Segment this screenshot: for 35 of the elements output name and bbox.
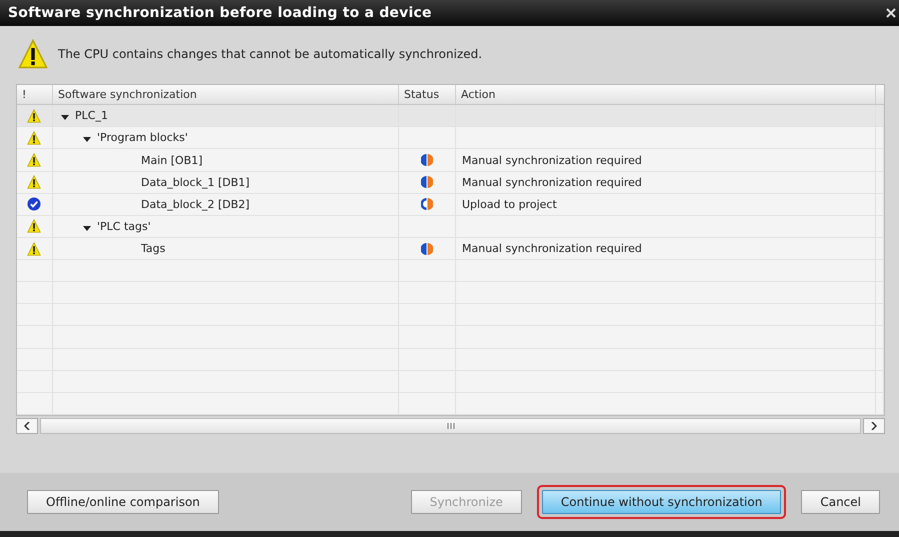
warning-icon (18, 39, 48, 69)
table-row[interactable]: Data_block_2 [DB2] Upload to project (17, 194, 884, 216)
window-title: Software synchronization before loading to a device (8, 5, 432, 21)
table-row[interactable]: Tags Manual synchronization required (17, 238, 884, 260)
item-name: Main [OB1] (141, 154, 203, 167)
action-text: Manual synchronization required (462, 242, 642, 256)
scroll-left-button[interactable] (16, 418, 38, 434)
caret-icon[interactable] (83, 135, 91, 144)
table-row[interactable]: Main [OB1] Manual synchronization required (17, 149, 884, 172)
item-name: Tags (141, 242, 166, 256)
column-header[interactable]: Software synchronization (53, 85, 399, 104)
dialog-button[interactable]: Offline/online comparison (27, 490, 219, 514)
caret-icon[interactable] (83, 224, 91, 232)
item-name: Data_block_1 [DB1] (141, 176, 250, 189)
column-header[interactable]: ! (17, 85, 53, 104)
message-text: The CPU contains changes that cannot be automatically synchronized. (58, 47, 482, 61)
item-name: 'Program blocks' (97, 131, 188, 144)
scroll-right-button[interactable] (863, 418, 885, 434)
item-name: 'PLC tags' (97, 220, 151, 233)
table-row[interactable]: 'Program blocks' (17, 127, 884, 150)
table-row[interactable]: Data_block_1 [DB1] Manual synchronization required (17, 172, 884, 194)
chevron-left-icon (24, 422, 30, 430)
table-row[interactable]: 'PLC tags' (17, 216, 884, 238)
cancel-button[interactable]: Cancel (801, 490, 880, 514)
close-icon[interactable] (886, 8, 896, 18)
action-text: Manual synchronization required (462, 154, 642, 167)
item-name: PLC_1 (75, 109, 108, 122)
item-name: Data_block_2 [DB2] (141, 198, 250, 211)
dialog-button[interactable]: Continue without synchronization (542, 490, 782, 514)
column-header[interactable]: Action (456, 85, 876, 104)
action-text: Manual synchronization required (462, 176, 642, 189)
caret-icon[interactable] (61, 113, 69, 122)
chevron-right-icon (871, 422, 877, 430)
column-header[interactable]: Status (399, 85, 456, 104)
action-text: Upload to project (462, 198, 557, 211)
